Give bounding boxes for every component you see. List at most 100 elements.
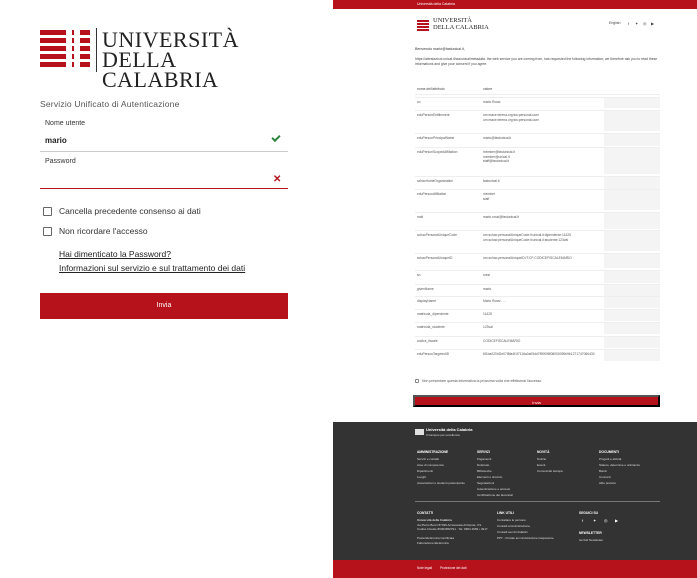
clear-consent-option[interactable]: Cancella precedente consenso ai dati xyxy=(43,205,201,217)
footer-link[interactable]: Albo pretorio xyxy=(599,481,616,485)
attribute-value: mario@fastunical.it xyxy=(483,136,512,140)
attribute-row-separator xyxy=(415,189,660,190)
login-submit-button[interactable]: Invia xyxy=(40,293,288,319)
attribute-name: schacPersonalUniqueCode xyxy=(417,233,457,237)
consent-logo: UNIVERSITÀ DELLA CALABRIA xyxy=(417,17,517,34)
greeting: Benvenuto mario@fastunical.it, xyxy=(415,47,465,51)
contact-line: Università della Calabria xyxy=(417,518,452,522)
useful-link[interactable]: Contatti amministrazione xyxy=(497,524,530,528)
attribute-value: mario.Rossi xyxy=(483,100,501,104)
attribute-name: sn xyxy=(417,273,421,277)
username-label: Nome utente xyxy=(45,120,86,127)
remember-consent-option[interactable]: Non presentare questa informativa la pro… xyxy=(415,379,541,383)
footer-link[interactable]: Certificazione dei lavoratori xyxy=(477,493,513,497)
newsletter-link[interactable]: Iscriviti Newsletter xyxy=(579,538,603,542)
newsletter-title: NEWSLETTER xyxy=(579,531,602,535)
clear-consent-checkbox[interactable] xyxy=(43,206,52,216)
twitter-icon[interactable]: ✦ xyxy=(635,21,638,26)
attribute-row-separator xyxy=(415,133,660,134)
footer: Università della Calabria Il Campus per … xyxy=(333,422,697,578)
attribute-name: eduPersonTargetedID xyxy=(417,352,450,356)
contacts-title: CONTATTI xyxy=(417,511,434,515)
footer-link[interactable]: Dottorato xyxy=(477,463,489,467)
footer-link[interactable]: Aree di competenza xyxy=(417,463,444,467)
attribute-name: eduPersonPrincipalName xyxy=(417,136,455,140)
attribute-value: fastunical.it xyxy=(483,179,500,183)
attribute-name: matricola_dipendente xyxy=(417,312,449,316)
footer-link[interactable]: Bandi xyxy=(599,469,607,473)
attribute-value: 123val xyxy=(483,325,493,329)
instagram-icon[interactable]: ◎ xyxy=(643,21,647,26)
logo-wordmark: UNIVERSITÀ DELLA CALABRIA xyxy=(102,29,290,91)
attribute-name: mail xyxy=(417,215,424,219)
attribute-row-separator xyxy=(415,212,660,213)
top-bar-text[interactable]: Università della Calabria xyxy=(417,2,455,6)
attribute-row-shade xyxy=(604,350,660,361)
attribute-row-shade xyxy=(604,98,660,108)
no-remember-checkbox[interactable] xyxy=(43,226,52,236)
consent-submit-button[interactable]: Invia xyxy=(413,395,660,407)
attribute-value: staff@fastunical.it xyxy=(483,159,510,163)
attribute-row-separator xyxy=(415,110,660,111)
attribute-row-separator xyxy=(415,97,660,98)
useful-link[interactable]: Contattare le persone xyxy=(497,518,526,522)
footer-link[interactable]: Statuto, determine e ordinanze xyxy=(599,463,640,467)
useful-links-title: LINK UTILI xyxy=(497,511,514,515)
attribute-name: codice_fiscale xyxy=(417,339,438,343)
footer-separator xyxy=(415,501,660,502)
attribute-row-separator xyxy=(415,349,660,350)
footer-link[interactable]: Dipartimenti xyxy=(417,469,433,473)
attribute-row-separator xyxy=(415,336,660,337)
footer-link[interactable]: Pagamenti xyxy=(477,457,491,461)
attribute-name: matricola_studente xyxy=(417,325,445,329)
attribute-row-shade xyxy=(604,323,660,334)
username-field[interactable]: mario xyxy=(45,136,67,145)
footer-link[interactable]: Notizie xyxy=(537,457,546,461)
footer-bottom-bar: Note legali Protezione dei dati xyxy=(333,560,697,578)
attribute-name: cn xyxy=(417,100,421,104)
footer-facebook-icon[interactable]: f xyxy=(582,518,583,523)
top-bar: Università della Calabria xyxy=(333,0,697,9)
data-protection-link[interactable]: Protezione dei dati xyxy=(440,566,466,570)
useful-link[interactable]: PPT - Portale amministrazione trasparent… xyxy=(497,536,554,540)
attribute-row-separator xyxy=(415,147,660,148)
attribute-value: mario xyxy=(483,287,492,291)
attribute-row-shade xyxy=(604,285,660,296)
follow-title: SEGUICI SU xyxy=(579,511,599,515)
legal-notes-link[interactable]: Note legali xyxy=(417,566,432,570)
attribute-value: rossi xyxy=(483,273,490,277)
facebook-icon[interactable]: f xyxy=(628,21,629,26)
consent-logo-wordmark: UNIVERSITÀ DELLA CALABRIA xyxy=(433,17,489,31)
attribute-value: 11425 xyxy=(483,312,492,316)
attribute-row-shade xyxy=(604,190,660,210)
intro-text: https://attestazioni.unical.it/wa/unical… xyxy=(415,57,658,66)
no-remember-option[interactable]: Non ricordare l'accesso xyxy=(43,225,148,237)
footer-link[interactable]: Segnalazioni xyxy=(477,481,494,485)
footer-link[interactable]: Concorsi xyxy=(599,475,611,479)
attribute-row-separator xyxy=(415,253,660,254)
footer-link[interactable]: Elementi e tirocinio xyxy=(477,475,502,479)
useful-link[interactable]: Contatti servizi didattici xyxy=(497,530,528,534)
footer-link[interactable]: Luoghi xyxy=(417,475,426,479)
password-field[interactable] xyxy=(45,173,265,183)
footer-link[interactable]: Progetti e attività xyxy=(599,457,621,461)
footer-link[interactable]: Associazioni e studenti partecipante xyxy=(417,481,465,485)
forgot-password-link[interactable]: Hai dimenticato la Password? xyxy=(59,249,171,259)
footer-twitter-icon[interactable]: ✦ xyxy=(593,518,596,523)
youtube-icon[interactable]: ▶ xyxy=(651,21,654,26)
attribute-name: eduPersonScopedAffiliation xyxy=(417,150,458,154)
footer-link[interactable]: Eventi xyxy=(537,463,545,467)
service-info-link[interactable]: Informazioni sul servizio e sul trattame… xyxy=(59,263,245,273)
footer-link[interactable]: Servizi e contatti xyxy=(417,457,439,461)
footer-youtube-icon[interactable]: ▶ xyxy=(615,518,618,523)
footer-link[interactable]: Autenticazione e accessi xyxy=(477,487,510,491)
footer-link[interactable]: Biblioteche xyxy=(477,469,492,473)
password-underline xyxy=(40,188,288,189)
footer-column-title: DOCUMENTI xyxy=(599,450,619,454)
footer-instagram-icon[interactable]: ◎ xyxy=(604,518,608,523)
remember-consent-checkbox[interactable] xyxy=(415,379,419,383)
footer-link[interactable]: Comunicati stampa xyxy=(537,469,563,473)
footer-logo-mark-icon xyxy=(415,429,424,435)
login-panel: UNIVERSITÀ DELLA CALABRIA Servizio Unifi… xyxy=(0,0,300,578)
language-switch[interactable]: English xyxy=(609,21,620,25)
